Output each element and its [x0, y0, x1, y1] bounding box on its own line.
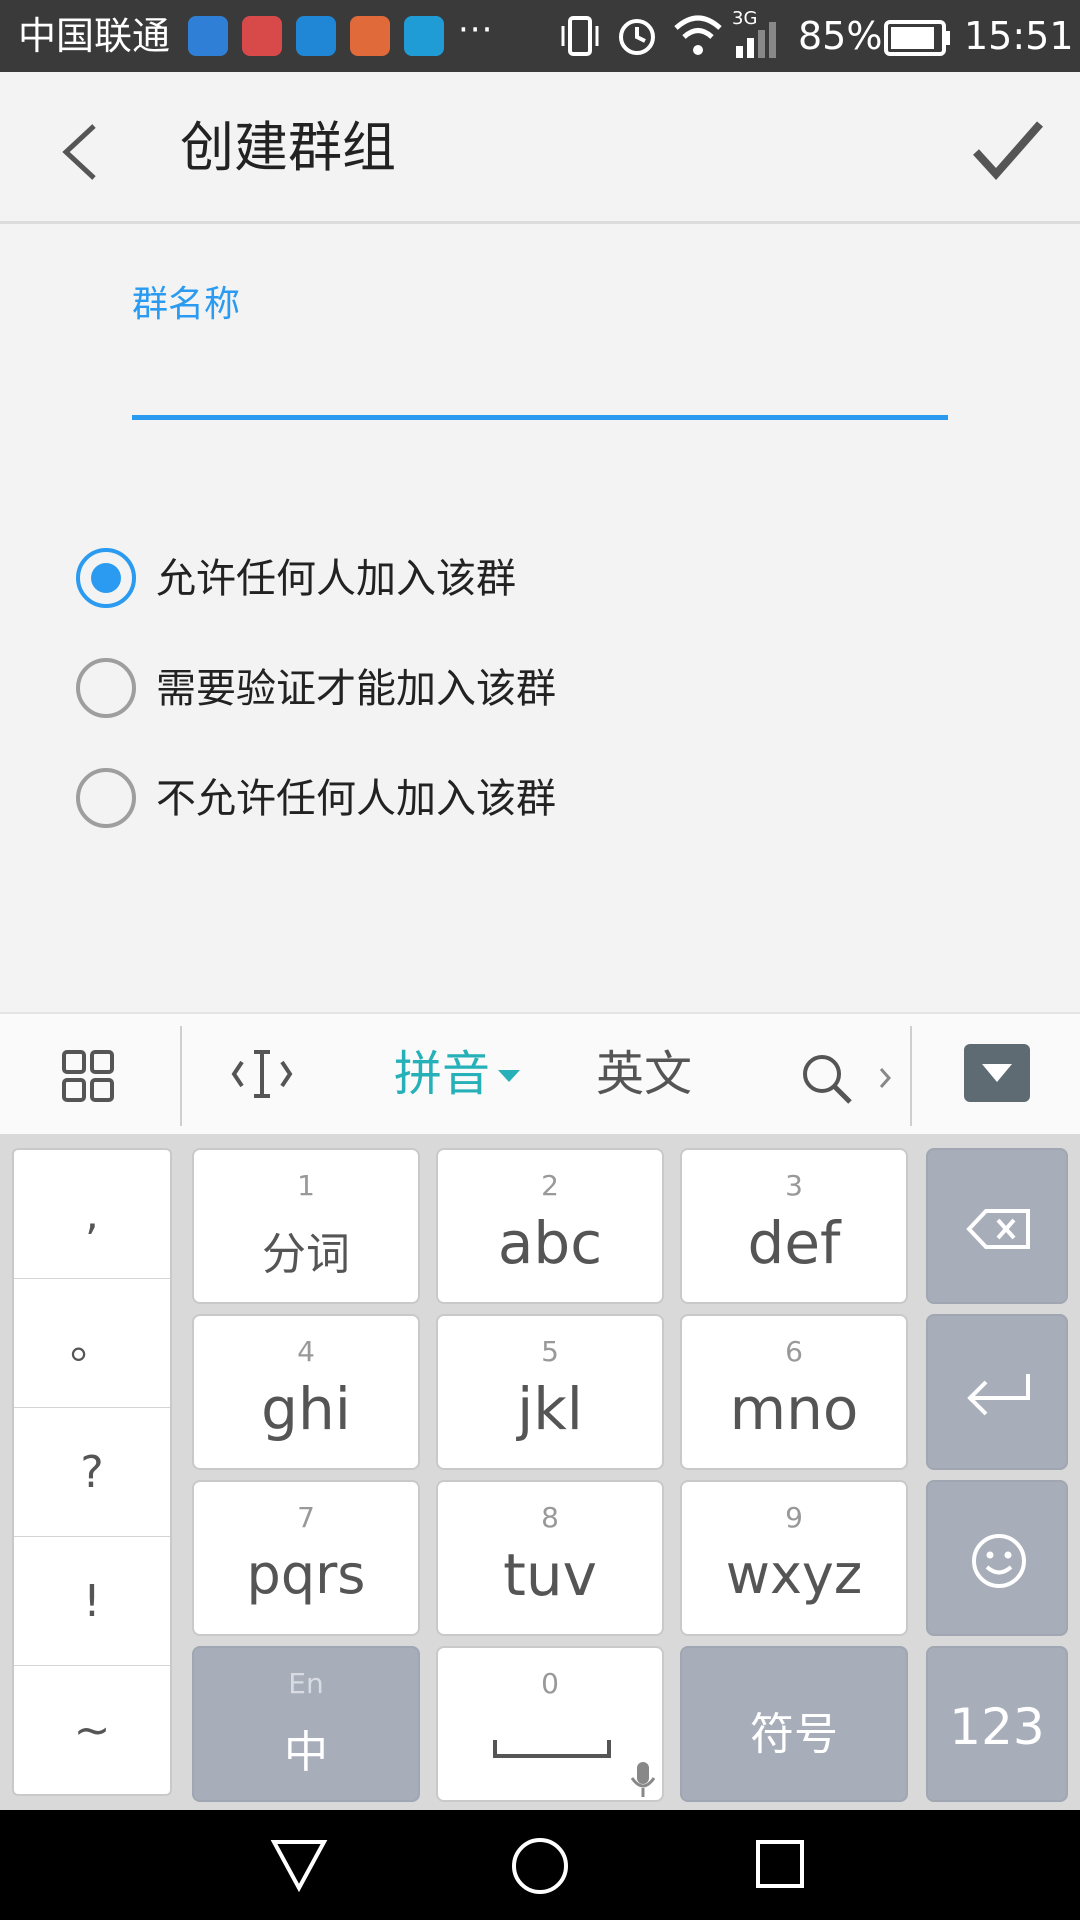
recents-nav-icon[interactable] — [754, 1838, 806, 1890]
alarm-icon — [619, 19, 655, 55]
key-8[interactable]: 8 tuv — [436, 1480, 664, 1636]
key-6[interactable]: 6 mno — [680, 1314, 908, 1470]
key-label: 123 — [949, 1698, 1045, 1756]
backspace-key[interactable] — [926, 1148, 1068, 1304]
dropdown-caret-icon — [498, 1070, 520, 1082]
grid-menu-icon[interactable] — [62, 1050, 114, 1102]
key-label: wxyz — [725, 1543, 863, 1606]
hide-keyboard-icon[interactable] — [964, 1044, 1030, 1102]
ime-toolbar: 拼音 英文 — [0, 1012, 1080, 1134]
key-number: 2 — [541, 1169, 559, 1202]
group-name-input[interactable] — [132, 360, 948, 420]
backspace-icon — [966, 1209, 1030, 1249]
key-number: 9 — [785, 1501, 803, 1534]
enter-icon — [967, 1374, 1030, 1416]
key-period[interactable]: 。 — [14, 1279, 170, 1408]
key-1[interactable]: 1 分词 — [192, 1148, 420, 1304]
missed-call-icon — [350, 16, 390, 56]
cursor-move-icon[interactable] — [230, 1046, 294, 1102]
key-comma[interactable]: , — [14, 1150, 170, 1279]
keyboard-notification-icon — [242, 16, 282, 56]
keyboard: , 。 ? ! ~ 1 分词 2 abc 3 def 4 ghi 5 jkl 6… — [0, 1134, 1080, 1810]
more-notifications-icon: ··· — [458, 10, 494, 50]
radio-unselected-icon[interactable] — [76, 768, 136, 828]
message-notification-icon — [404, 16, 444, 56]
signal-icon — [736, 22, 776, 58]
carrier-name: 中国联通 — [18, 14, 171, 58]
space-key[interactable]: 0 — [436, 1646, 664, 1802]
key-sublabel: En — [288, 1667, 324, 1700]
key-4[interactable]: 4 ghi — [192, 1314, 420, 1470]
status-bar: 中国联通 ··· 3G 85% 15:51 — [0, 0, 1080, 72]
key-question[interactable]: ? — [14, 1408, 170, 1537]
key-number: 6 — [785, 1335, 803, 1368]
key-2[interactable]: 2 abc — [436, 1148, 664, 1304]
enter-key[interactable] — [926, 1314, 1068, 1470]
key-number: 5 — [541, 1335, 559, 1368]
key-label: ghi — [261, 1375, 351, 1443]
vibrate-icon — [561, 16, 599, 56]
option-label: 需要验证才能加入该群 — [156, 666, 556, 712]
key-5[interactable]: 5 jkl — [436, 1314, 664, 1470]
key-label: mno — [729, 1375, 859, 1443]
punctuation-column: , 。 ? ! ~ — [12, 1148, 172, 1796]
language-toggle-key[interactable]: En 中 — [192, 1646, 420, 1802]
key-label: 分词 — [262, 1229, 350, 1280]
app-notification-icon — [188, 16, 228, 56]
key-tilde[interactable]: ~ — [14, 1666, 170, 1795]
key-number: 3 — [785, 1169, 803, 1202]
symbols-key[interactable]: 符号 — [680, 1646, 908, 1802]
app-bar: 创建群组 — [0, 72, 1080, 224]
check-icon[interactable] — [970, 116, 1046, 182]
divider — [180, 1026, 182, 1126]
key-label: tuv — [503, 1541, 597, 1609]
space-bar-icon — [493, 1740, 611, 1758]
key-9[interactable]: 9 wxyz — [680, 1480, 908, 1636]
numbers-key[interactable]: 123 — [926, 1646, 1068, 1802]
key-label: abc — [497, 1209, 603, 1277]
key-label: pqrs — [246, 1543, 366, 1606]
clock: 15:51 — [964, 14, 1074, 58]
group-name-label: 群名称 — [132, 284, 241, 325]
key-label: 符号 — [750, 1709, 838, 1760]
option-require-verification[interactable]: 需要验证才能加入该群 — [76, 658, 776, 722]
key-label: def — [747, 1209, 841, 1277]
tab-pinyin[interactable]: 拼音 — [394, 1044, 490, 1104]
battery-percent: 85% — [798, 14, 883, 58]
tab-english[interactable]: 英文 — [596, 1044, 692, 1104]
emoji-key[interactable] — [926, 1480, 1068, 1636]
back-nav-icon[interactable] — [270, 1838, 328, 1892]
option-allow-anyone[interactable]: 允许任何人加入该群 — [76, 548, 776, 612]
key-7[interactable]: 7 pqrs — [192, 1480, 420, 1636]
key-number: 4 — [297, 1335, 315, 1368]
radio-unselected-icon[interactable] — [76, 658, 136, 718]
health-notification-icon — [296, 16, 336, 56]
search-icon[interactable] — [800, 1052, 854, 1106]
radio-selected-icon[interactable] — [76, 548, 136, 608]
option-disallow-anyone[interactable]: 不允许任何人加入该群 — [76, 768, 776, 832]
key-number: 0 — [541, 1667, 559, 1700]
key-number: 8 — [541, 1501, 559, 1534]
key-label: jkl — [517, 1375, 583, 1443]
key-exclamation[interactable]: ! — [14, 1537, 170, 1666]
smiley-icon — [972, 1534, 1026, 1588]
back-arrow-icon[interactable] — [56, 122, 106, 182]
divider — [910, 1026, 912, 1126]
key-3[interactable]: 3 def — [680, 1148, 908, 1304]
key-label: 中 — [284, 1727, 328, 1778]
microphone-icon[interactable] — [628, 1760, 658, 1800]
chevron-right-icon[interactable] — [878, 1066, 892, 1090]
battery-icon — [884, 20, 950, 56]
wifi-icon — [674, 15, 722, 55]
option-label: 允许任何人加入该群 — [156, 556, 516, 602]
navigation-bar — [0, 1810, 1080, 1920]
key-number: 1 — [297, 1169, 315, 1202]
home-nav-icon[interactable] — [510, 1836, 570, 1896]
page-title: 创建群组 — [180, 116, 396, 179]
option-label: 不允许任何人加入该群 — [156, 776, 556, 822]
key-number: 7 — [297, 1501, 315, 1534]
